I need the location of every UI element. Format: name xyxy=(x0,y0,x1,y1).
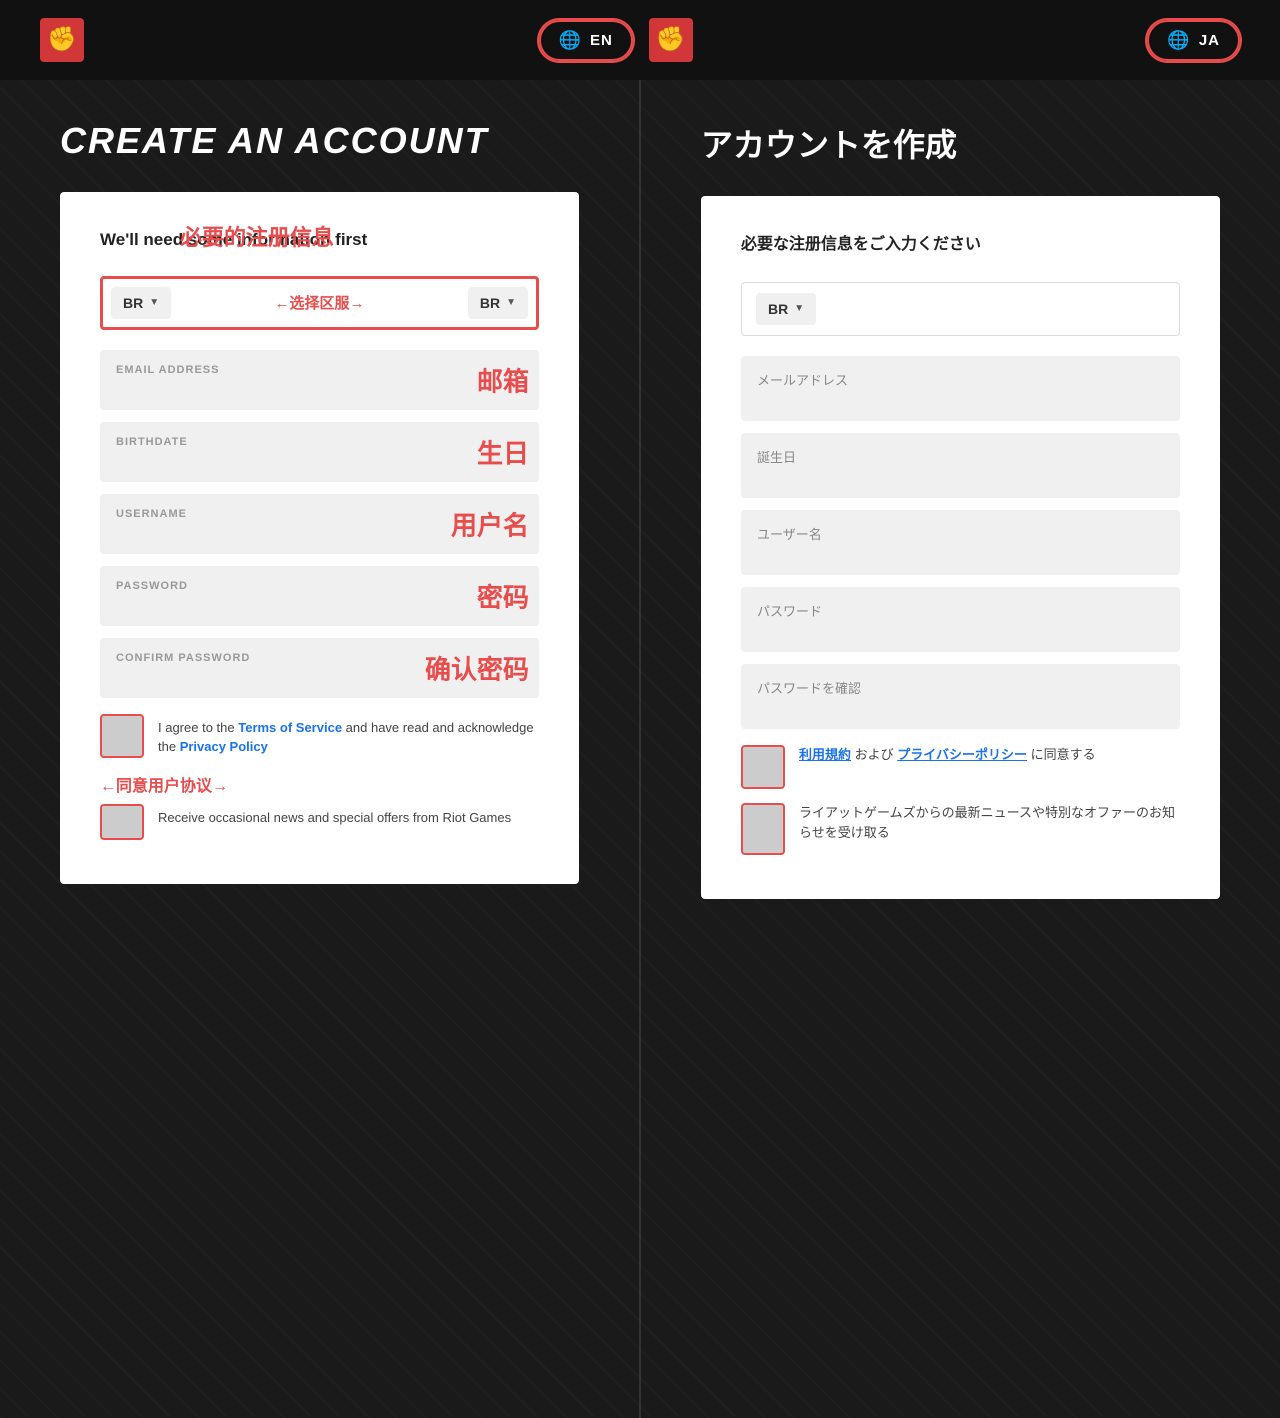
confirm-password-input-en[interactable] xyxy=(116,666,523,682)
confirm-password-label-en: CONFIRM PASSWORD xyxy=(116,652,523,664)
form-card-ja: 必要な注册信息をご入力ください BR ▼ メールアドレス 誕生日 xyxy=(701,196,1220,899)
header: ✊ 🌐 EN ✊ 🌐 JA xyxy=(0,0,1280,80)
confirm-password-field-en: CONFIRM PASSWORD 确认密码 xyxy=(100,638,539,698)
form-card-en: We'll need some information first 必要的注册信… xyxy=(60,192,579,884)
form-subtitle-ja: 必要な注册信息をご入力ください xyxy=(741,232,1180,258)
page-title-ja: アカウントを作成 xyxy=(701,120,1220,166)
globe-icon-ja: 🌐 xyxy=(1167,30,1190,51)
region-selector-row-ja: BR ▼ xyxy=(741,282,1180,336)
news-text-ja: ライアットゲームズからの最新ニュースや特別なオファーのお知らせを受け取る xyxy=(799,803,1180,845)
email-field-en: EMAIL ADDRESS 邮箱 xyxy=(100,350,539,410)
terms-ja-suffix: に同意する xyxy=(1031,747,1096,762)
birthdate-input-en[interactable] xyxy=(116,450,523,466)
region-annotation: ←选择区服→ xyxy=(181,292,458,313)
birthdate-label-ja: 誕生日 xyxy=(757,447,1164,466)
lang-en-label: EN xyxy=(590,32,613,49)
terms-checkbox-en[interactable] xyxy=(100,714,144,758)
region-select-ja[interactable]: BR ▼ xyxy=(756,293,816,325)
birthdate-field-en: BIRTHDATE 生日 xyxy=(100,422,539,482)
region-value-en: BR xyxy=(123,295,143,311)
birthdate-label-en: BIRTHDATE xyxy=(116,436,523,448)
terms-checkbox-ja[interactable] xyxy=(741,745,785,789)
page-title-en: CREATE AN ACCOUNT xyxy=(60,120,579,162)
chevron-icon-en2: ▼ xyxy=(506,297,516,308)
right-panel: アカウントを作成 必要な注册信息をご入力ください BR ▼ メールアドレス 誕生… xyxy=(641,80,1280,1418)
fist-icon-left: ✊ xyxy=(47,28,77,52)
password-label-ja: パスワード xyxy=(757,601,1164,620)
email-field-ja: メールアドレス xyxy=(741,356,1180,421)
terms-ja-mid: および xyxy=(855,747,894,762)
chevron-icon-en: ▼ xyxy=(149,297,159,308)
header-right: 🌐 JA xyxy=(1147,20,1240,61)
news-checkbox-item-en: Receive occasional news and special offe… xyxy=(100,804,539,840)
main-content: CREATE AN ACCOUNT We'll need some inform… xyxy=(0,80,1280,1418)
fist-icon-center: ✊ xyxy=(656,28,686,52)
region-value-en2: BR xyxy=(480,295,500,311)
left-panel: CREATE AN ACCOUNT We'll need some inform… xyxy=(0,80,639,1418)
username-field-ja: ユーザー名 xyxy=(741,510,1180,575)
terms-text-en: I agree to the Terms of Service and have… xyxy=(158,714,539,757)
news-text-en: Receive occasional news and special offe… xyxy=(158,804,511,828)
email-input-ja[interactable] xyxy=(757,389,1164,405)
username-label-ja: ユーザー名 xyxy=(757,524,1164,543)
username-field-en: USERNAME 用户名 xyxy=(100,494,539,554)
email-label-en: EMAIL ADDRESS xyxy=(116,364,523,376)
password-input-en[interactable] xyxy=(116,594,523,610)
lang-ja-label: JA xyxy=(1199,32,1220,49)
terms-checkbox-item-en: I agree to the Terms of Service and have… xyxy=(100,714,539,758)
username-input-en[interactable] xyxy=(116,522,523,538)
password-field-en: PASSWORD 密码 xyxy=(100,566,539,626)
email-label-ja: メールアドレス xyxy=(757,370,1164,389)
form-subtitle-en: We'll need some information first xyxy=(100,228,539,252)
lang-ja-button[interactable]: 🌐 JA xyxy=(1147,20,1240,61)
terms-link-ja[interactable]: 利用規約 xyxy=(799,747,851,762)
agree-annotation-en: ←同意用户协议→ xyxy=(100,772,539,796)
privacy-link-ja[interactable]: プライバシーポリシー xyxy=(897,747,1027,762)
confirm-password-input-ja[interactable] xyxy=(757,697,1164,713)
username-label-en: USERNAME xyxy=(116,508,523,520)
birthdate-field-ja: 誕生日 xyxy=(741,433,1180,498)
region-select-en[interactable]: BR ▼ xyxy=(111,287,171,319)
email-input-en[interactable] xyxy=(116,378,523,394)
confirm-password-field-ja: パスワードを確認 xyxy=(741,664,1180,729)
region-value-ja: BR xyxy=(768,301,788,317)
lang-en-button[interactable]: 🌐 EN xyxy=(539,20,633,61)
riot-logo-center[interactable]: ✊ xyxy=(649,18,693,62)
password-field-ja: パスワード xyxy=(741,587,1180,652)
chevron-icon-ja: ▼ xyxy=(794,303,804,314)
header-left: ✊ xyxy=(40,18,84,62)
terms-checkbox-item-ja: 利用規約 および プライバシーポリシー に同意する xyxy=(741,745,1180,789)
password-label-en: PASSWORD xyxy=(116,580,523,592)
globe-icon-en: 🌐 xyxy=(559,30,582,51)
password-input-ja[interactable] xyxy=(757,620,1164,636)
terms-link-en[interactable]: Terms of Service xyxy=(238,720,342,735)
news-checkbox-item-ja: ライアットゲームズからの最新ニュースや特別なオファーのお知らせを受け取る xyxy=(741,803,1180,855)
privacy-link-en[interactable]: Privacy Policy xyxy=(180,739,268,754)
username-input-ja[interactable] xyxy=(757,543,1164,559)
region-select-en2[interactable]: BR ▼ xyxy=(468,287,528,319)
birthdate-input-ja[interactable] xyxy=(757,466,1164,482)
news-checkbox-en[interactable] xyxy=(100,804,144,840)
confirm-password-label-ja: パスワードを確認 xyxy=(757,678,1164,697)
news-checkbox-ja[interactable] xyxy=(741,803,785,855)
checkbox-group-ja: 利用規約 および プライバシーポリシー に同意する ライアットゲームズからの最新… xyxy=(741,745,1180,855)
riot-logo-left[interactable]: ✊ xyxy=(40,18,84,62)
terms-prefix-en: I agree to the xyxy=(158,720,238,735)
region-selector-row: BR ▼ ←选择区服→ BR ▼ xyxy=(100,276,539,330)
terms-text-ja: 利用規約 および プライバシーポリシー に同意する xyxy=(799,745,1096,766)
checkbox-group-en: I agree to the Terms of Service and have… xyxy=(100,714,539,840)
header-center: 🌐 EN ✊ xyxy=(539,18,693,62)
